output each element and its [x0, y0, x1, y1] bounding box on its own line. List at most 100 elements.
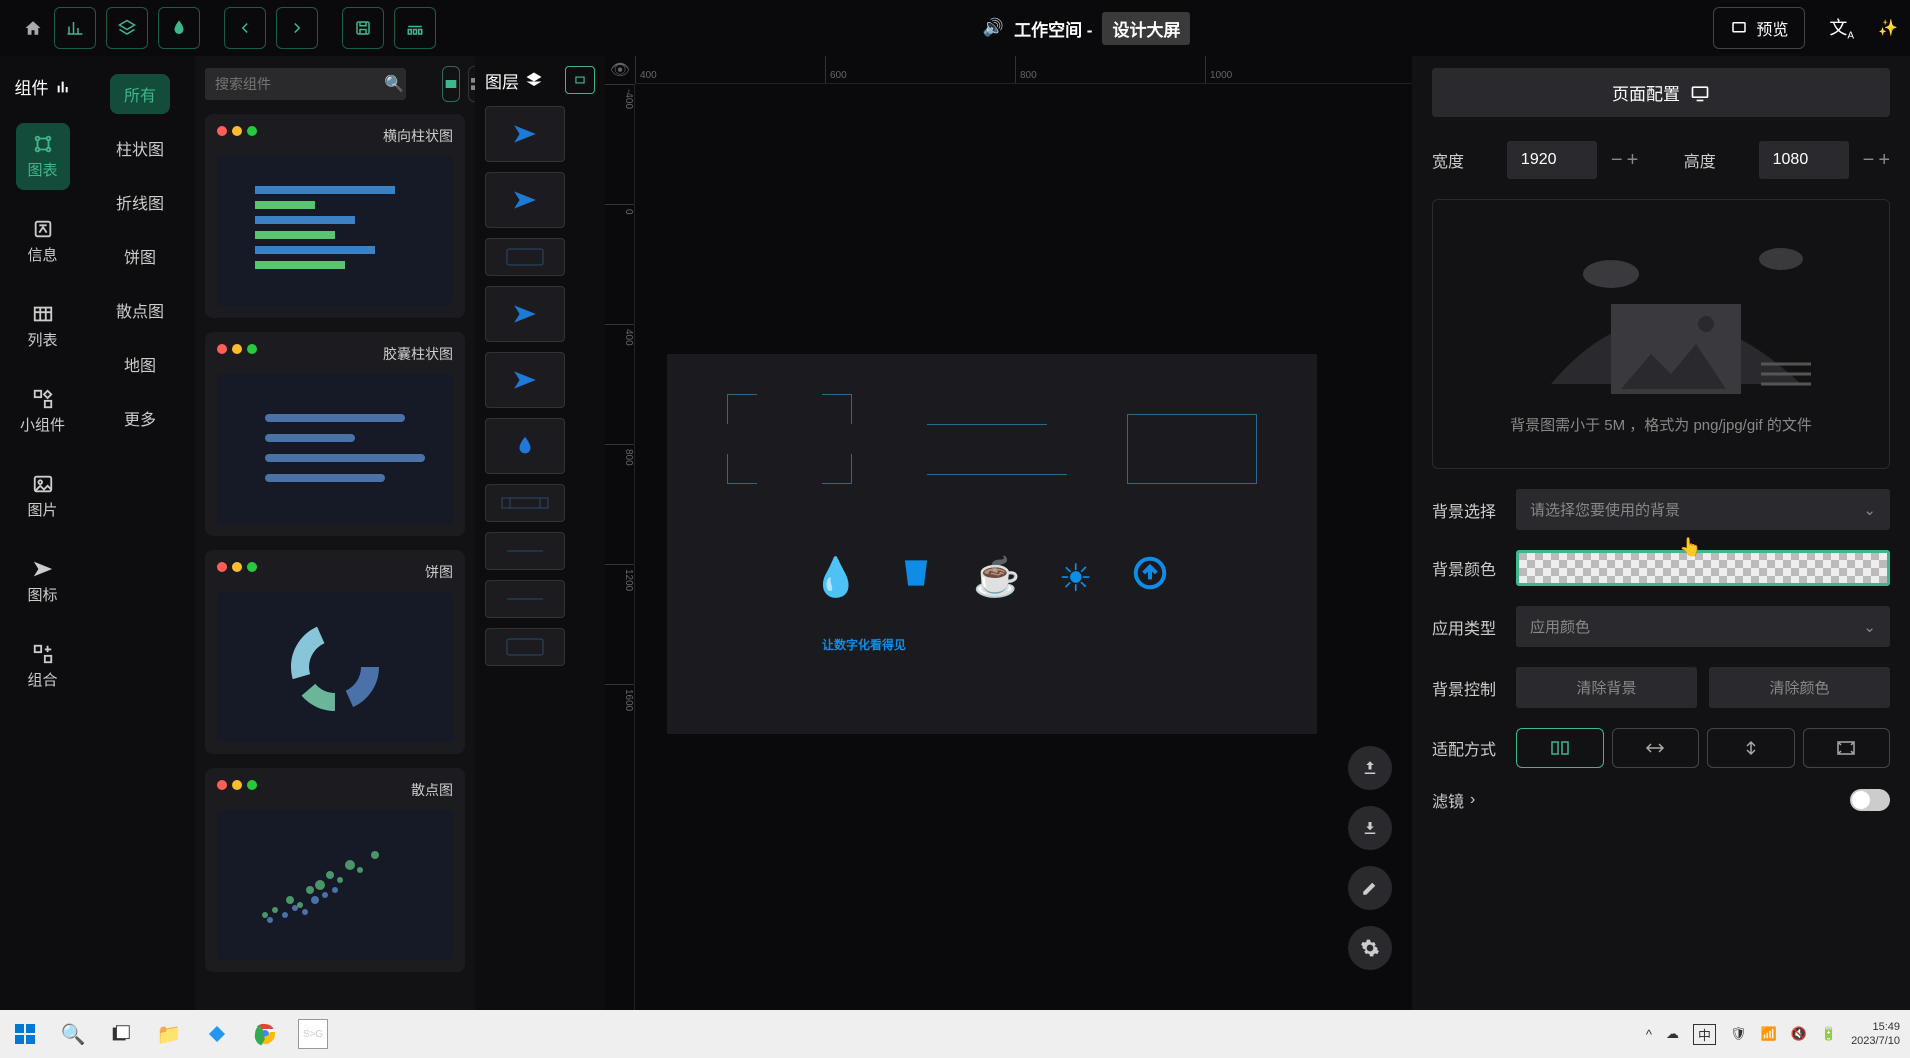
- layer-item[interactable]: [485, 238, 565, 276]
- layer-item[interactable]: [485, 532, 565, 570]
- fit-option-2[interactable]: [1612, 728, 1700, 768]
- page-config-tab[interactable]: 页面配置: [1432, 68, 1890, 117]
- sub-scatter[interactable]: 散点图: [102, 290, 178, 330]
- export-button[interactable]: [394, 7, 436, 49]
- chrome-icon[interactable]: [250, 1019, 280, 1049]
- tray-shield-icon[interactable]: 🛡: [1730, 1026, 1747, 1042]
- cup-icon[interactable]: [897, 554, 935, 602]
- chart-tool-button[interactable]: [54, 7, 96, 49]
- component-card[interactable]: 横向柱状图: [205, 114, 465, 318]
- tray-ime[interactable]: 中: [1693, 1024, 1716, 1045]
- float-edit-button[interactable]: [1348, 866, 1392, 910]
- canvas[interactable]: 👁 4006008001000 -400040080012001600 💧 ☕ …: [605, 56, 1412, 1010]
- drop-tool-button[interactable]: [158, 7, 200, 49]
- category-list[interactable]: 列表: [16, 293, 70, 360]
- height-label: 高度: [1684, 148, 1745, 172]
- fit-option-3[interactable]: [1707, 728, 1795, 768]
- bg-upload-area[interactable]: 背景图需小于 5M ，格式为 png/jpg/gif 的文件: [1432, 199, 1890, 469]
- magic-icon[interactable]: ✨: [1878, 18, 1898, 38]
- height-input[interactable]: [1759, 141, 1849, 179]
- undo-button[interactable]: [224, 7, 266, 49]
- layer-item[interactable]: [485, 352, 565, 408]
- bg-select-label: 背景选择: [1432, 498, 1502, 522]
- category-image[interactable]: 图片: [16, 463, 70, 530]
- width-increment[interactable]: +: [1627, 149, 1639, 172]
- category-compose[interactable]: 组合: [16, 633, 70, 700]
- float-download-button[interactable]: [1348, 806, 1392, 850]
- layer-item[interactable]: [485, 580, 565, 618]
- app-icon-2[interactable]: S>G: [298, 1019, 328, 1049]
- save-button[interactable]: [342, 7, 384, 49]
- taskview-icon[interactable]: [106, 1019, 136, 1049]
- tray-onedrive-icon[interactable]: ☁: [1666, 1026, 1679, 1042]
- preview-button[interactable]: 预览: [1713, 7, 1805, 49]
- language-icon[interactable]: 文A: [1829, 14, 1854, 42]
- start-button[interactable]: [10, 1019, 40, 1049]
- float-upload-button[interactable]: [1348, 746, 1392, 790]
- tray-chevron-icon[interactable]: ^: [1646, 1027, 1652, 1042]
- search-icon[interactable]: 🔍: [384, 74, 404, 94]
- drop-icon[interactable]: 💧: [812, 556, 859, 600]
- layer-item[interactable]: [485, 286, 565, 342]
- layer-title: 图层: [485, 68, 519, 93]
- bg-select[interactable]: 请选择您要使用的背景⌄: [1516, 489, 1890, 530]
- category-chart[interactable]: 图表: [16, 123, 70, 190]
- tray-clock[interactable]: 15:49 2023/7/10: [1851, 1020, 1900, 1049]
- layer-item[interactable]: [485, 172, 565, 228]
- sub-bar[interactable]: 柱状图: [102, 128, 178, 168]
- search-taskbar-icon[interactable]: 🔍: [58, 1019, 88, 1049]
- app-type-select[interactable]: 应用颜色⌄: [1516, 606, 1890, 647]
- grid-view-button[interactable]: [442, 66, 460, 102]
- sub-pie[interactable]: 饼图: [110, 236, 170, 276]
- category-icon[interactable]: 图标: [16, 548, 70, 615]
- artboard[interactable]: 💧 ☕ ☀ 让数字化看得见: [667, 354, 1317, 734]
- ruler-horizontal: 4006008001000: [635, 56, 1412, 84]
- sub-more[interactable]: 更多: [110, 398, 170, 438]
- component-card[interactable]: 胶囊柱状图: [205, 332, 465, 536]
- bg-control-label: 背景控制: [1432, 676, 1502, 700]
- filter-label: 滤镜 ›: [1432, 788, 1475, 812]
- layer-item[interactable]: [485, 106, 565, 162]
- height-increment[interactable]: +: [1878, 149, 1890, 172]
- tray-battery-icon[interactable]: 🔋: [1821, 1026, 1837, 1042]
- upload-icon[interactable]: [1131, 554, 1169, 602]
- layer-panel: 图层: [475, 56, 605, 1010]
- screen-title: 设计大屏: [1102, 12, 1190, 45]
- category-widget[interactable]: 小组件: [16, 378, 70, 445]
- component-list: 🔍 横向柱状图 胶囊柱状图 饼图 散点图: [195, 56, 475, 1010]
- visibility-icon[interactable]: 👁: [605, 56, 635, 84]
- fit-option-4[interactable]: [1803, 728, 1891, 768]
- search-input[interactable]: [205, 68, 406, 100]
- home-button[interactable]: [12, 7, 54, 49]
- tray-volume-icon[interactable]: 🔇: [1791, 1026, 1807, 1042]
- width-input[interactable]: [1507, 141, 1597, 179]
- app-icon-1[interactable]: [202, 1019, 232, 1049]
- redo-button[interactable]: [276, 7, 318, 49]
- app-type-label: 应用类型: [1432, 615, 1502, 639]
- layer-item[interactable]: [485, 418, 565, 474]
- sun-icon[interactable]: ☀: [1059, 556, 1093, 601]
- bg-color-swatch[interactable]: 👆: [1516, 550, 1890, 586]
- sub-all[interactable]: 所有: [110, 74, 170, 114]
- filter-toggle[interactable]: [1850, 789, 1890, 811]
- sub-map[interactable]: 地图: [110, 344, 170, 384]
- component-card[interactable]: 散点图: [205, 768, 465, 972]
- clear-bg-button[interactable]: 清除背景: [1516, 667, 1697, 708]
- height-decrement[interactable]: −: [1863, 149, 1875, 172]
- layer-mode-button[interactable]: [565, 66, 595, 94]
- category-info[interactable]: 信息: [16, 208, 70, 275]
- tray-wifi-icon[interactable]: 📶: [1761, 1026, 1777, 1042]
- list-view-button[interactable]: [468, 66, 475, 102]
- width-decrement[interactable]: −: [1611, 149, 1623, 172]
- layer-item[interactable]: [485, 628, 565, 666]
- fit-option-1[interactable]: [1516, 728, 1604, 768]
- float-settings-button[interactable]: [1348, 926, 1392, 970]
- layers-tool-button[interactable]: [106, 7, 148, 49]
- sub-line[interactable]: 折线图: [102, 182, 178, 222]
- coffee-icon[interactable]: ☕: [973, 556, 1020, 600]
- clear-color-button[interactable]: 清除颜色: [1709, 667, 1890, 708]
- canvas-text[interactable]: 让数字化看得见: [822, 636, 906, 653]
- component-card[interactable]: 饼图: [205, 550, 465, 754]
- layer-item[interactable]: [485, 484, 565, 522]
- explorer-icon[interactable]: 📁: [154, 1019, 184, 1049]
